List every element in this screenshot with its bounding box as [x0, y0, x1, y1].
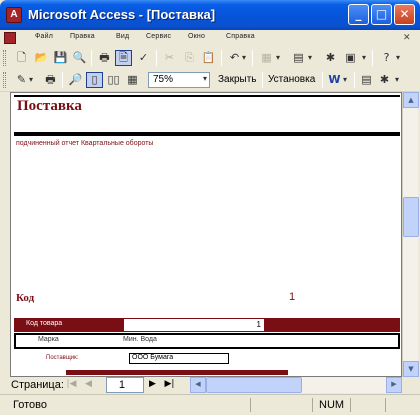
- menu-window[interactable]: Окно: [188, 33, 205, 40]
- product-code-label: Код товара: [26, 320, 63, 327]
- print-icon[interactable]: 🖶: [96, 50, 113, 66]
- minimize-button[interactable]: _: [348, 4, 369, 25]
- first-page-button[interactable]: |◀: [64, 377, 79, 393]
- section-rule: [66, 370, 288, 375]
- properties-icon[interactable]: ▣: [342, 50, 359, 66]
- supplier-value: ООО Бумага: [132, 354, 174, 361]
- toolbar-grip[interactable]: [3, 72, 6, 88]
- maximize-button[interactable]: □: [371, 4, 392, 25]
- two-pages-icon[interactable]: ▯▯: [105, 72, 122, 88]
- supplier-label: Поставщик:: [46, 355, 79, 361]
- save-icon[interactable]: 💾: [52, 50, 69, 66]
- menu-tools[interactable]: Сервис: [146, 33, 171, 40]
- report-title: Поставка: [17, 98, 82, 114]
- office-links-dropdown-icon[interactable]: ▾: [341, 72, 349, 88]
- last-page-button[interactable]: ▶|: [162, 377, 177, 393]
- new-icon[interactable]: 🗋: [13, 50, 30, 66]
- open-icon[interactable]: 📂: [33, 50, 50, 66]
- num-lock-indicator: NUM: [319, 399, 345, 411]
- report-preview[interactable]: Поставка подчиненный отчет Квартальные о…: [10, 92, 402, 377]
- horizontal-scroll-thumb[interactable]: [206, 377, 302, 393]
- menu-edit[interactable]: Правка: [70, 33, 95, 40]
- access-key-icon[interactable]: A: [6, 7, 22, 23]
- scroll-right-icon[interactable]: ▶: [386, 377, 402, 393]
- product-code-value: 1: [256, 320, 261, 329]
- print-icon[interactable]: 🖶: [42, 72, 59, 88]
- zoom-value: 75%: [153, 74, 174, 85]
- new-object-icon[interactable]: ✱: [376, 72, 393, 88]
- standard-toolbar: 🗋 📂 💾 🔍 🖶 🗎 ✓ ✂ ⎘ 📋 ↶ ▾ ▦ ▾ ▤ ▾ ✱ ▣ ▾ ? …: [0, 46, 420, 70]
- menu-view[interactable]: Вид: [116, 33, 129, 40]
- analyze-dropdown-icon[interactable]: ▾: [306, 50, 314, 66]
- office-links-icon: ▦: [261, 51, 272, 64]
- scroll-down-icon[interactable]: ▼: [403, 361, 419, 377]
- horizontal-scrollbar[interactable]: ◀ ▶: [190, 377, 402, 393]
- supplier-box: ООО Бумага: [129, 353, 229, 364]
- scroll-left-icon[interactable]: ◀: [190, 377, 206, 393]
- multiple-pages-icon[interactable]: ▦: [124, 72, 141, 88]
- document-icon[interactable]: [4, 32, 16, 44]
- office-links-dropdown-icon[interactable]: ▾: [274, 50, 282, 66]
- close-preview-button[interactable]: Закрыть: [218, 74, 257, 85]
- new-object-dropdown-icon[interactable]: ▾: [393, 72, 401, 88]
- kod-value: 1: [289, 291, 296, 303]
- top-rule: [14, 95, 400, 97]
- help-icon[interactable]: ?: [378, 50, 395, 66]
- search-file-icon[interactable]: 🔍: [71, 50, 88, 66]
- undo-dropdown-icon[interactable]: ▾: [240, 50, 248, 66]
- zoom-icon[interactable]: 🔎: [67, 72, 84, 88]
- vertical-scrollbar[interactable]: ▲ ▼: [402, 92, 419, 377]
- analyze-icon[interactable]: ▤: [290, 50, 307, 66]
- subreport-caption: подчиненный отчет Квартальные обороты: [16, 140, 154, 147]
- kod-label: Код: [16, 292, 35, 304]
- database-window-icon[interactable]: ▤: [358, 72, 375, 88]
- close-button[interactable]: ✕: [394, 4, 415, 25]
- paste-icon: 📋: [201, 51, 216, 64]
- page-number-input[interactable]: 1: [106, 377, 144, 393]
- brand-value: Мин. Вода: [123, 336, 157, 343]
- next-page-button[interactable]: ▶: [145, 377, 160, 393]
- title-rule: [14, 132, 400, 136]
- spelling-icon[interactable]: ✓: [135, 50, 152, 66]
- menu-help[interactable]: Справка: [226, 33, 255, 40]
- previous-page-button[interactable]: ◀: [81, 377, 96, 393]
- help-dropdown-icon[interactable]: ▾: [394, 50, 402, 66]
- product-code-box: 1: [124, 319, 264, 331]
- title-bar: A Microsoft Access - [Поставка] _ □ ✕: [0, 0, 420, 30]
- new-object-icon[interactable]: ✱: [322, 50, 339, 66]
- menu-bar: Файл Правка Вид Сервис Окно Справка ✕: [0, 30, 420, 46]
- scroll-up-icon[interactable]: ▲: [403, 92, 419, 108]
- product-code-band: Код товара 1: [14, 318, 400, 332]
- page-setup-button[interactable]: Установка: [268, 74, 315, 85]
- toolbar-grip[interactable]: [3, 50, 6, 66]
- menu-file[interactable]: Файл: [35, 33, 53, 40]
- new-object-dropdown-icon[interactable]: ▾: [360, 50, 368, 66]
- chevron-down-icon[interactable]: ▾: [203, 74, 207, 83]
- preview-toolbar: ✎ ▾ 🖶 🔎 ▯ ▯▯ ▦ 75% ▾ Закрыть Установка W…: [0, 68, 420, 92]
- zoom-select[interactable]: 75% ▾: [148, 72, 210, 88]
- copy-icon: ⎘: [185, 51, 194, 64]
- view-dropdown-icon[interactable]: ▾: [27, 72, 35, 88]
- window-title: Microsoft Access - [Поставка]: [28, 7, 216, 22]
- brand-column-header: Марка: [38, 336, 59, 343]
- close-document-icon[interactable]: ✕: [403, 32, 411, 43]
- page-label: Страница:: [11, 379, 64, 391]
- vertical-scroll-thumb[interactable]: [403, 197, 419, 237]
- print-preview-icon[interactable]: 🗎: [115, 50, 132, 66]
- product-header-row: Марка Мин. Вода: [14, 333, 400, 349]
- cut-icon: ✂: [164, 51, 175, 64]
- status-bar: Готово NUM: [0, 394, 420, 415]
- page-navigation: Страница: |◀ ◀ 1 ▶ ▶| ◀ ▶: [0, 377, 420, 394]
- one-page-icon[interactable]: ▯: [86, 72, 103, 88]
- status-text: Готово: [13, 399, 47, 411]
